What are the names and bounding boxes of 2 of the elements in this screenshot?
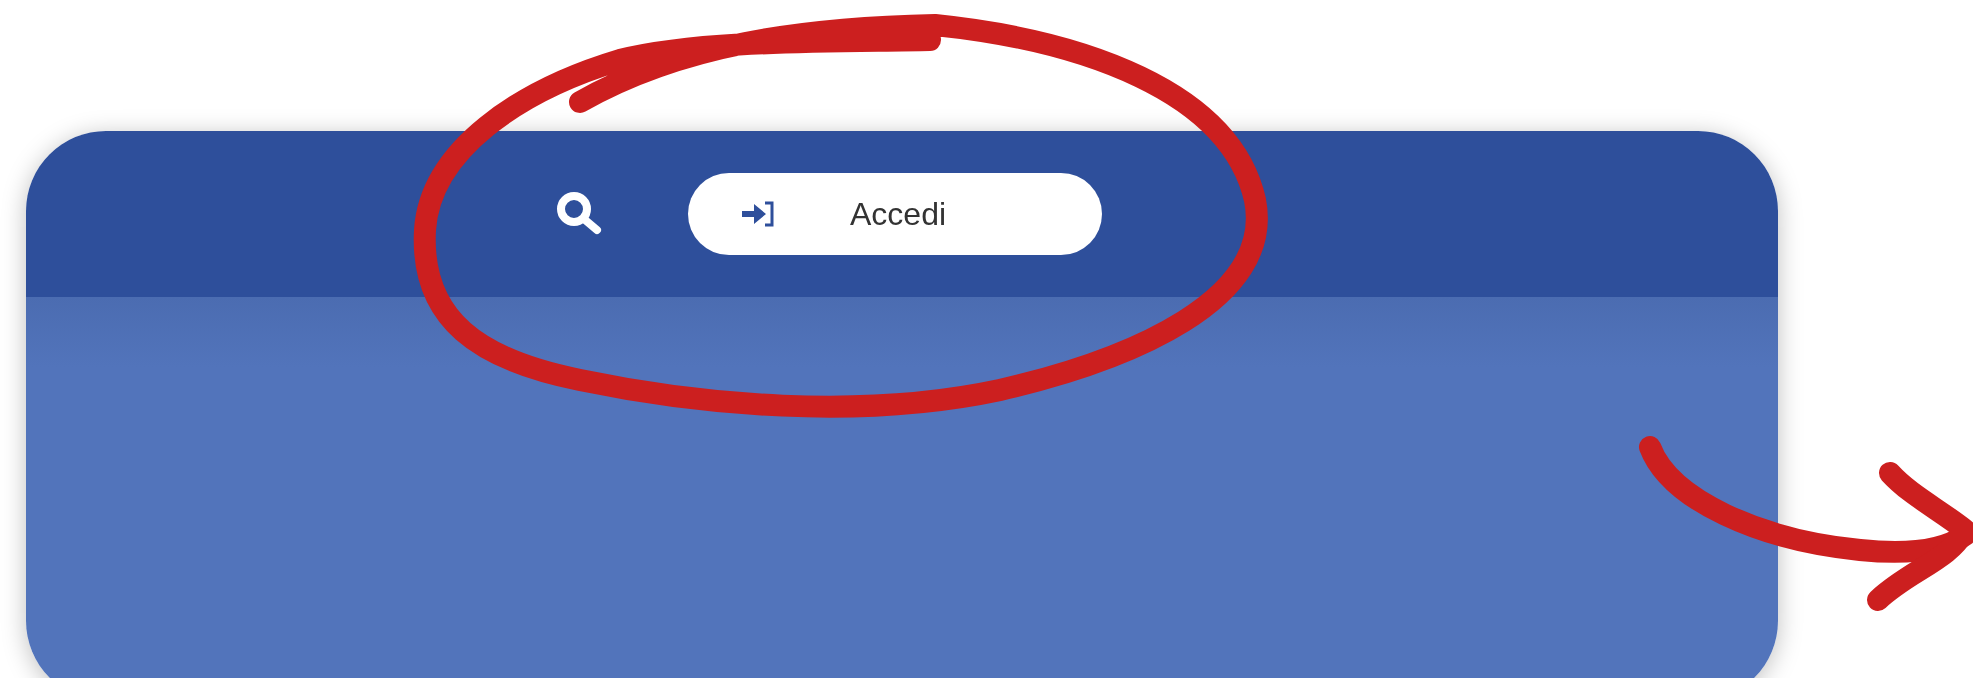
sign-in-icon [740, 200, 776, 228]
login-button[interactable]: Accedi [688, 173, 1102, 255]
